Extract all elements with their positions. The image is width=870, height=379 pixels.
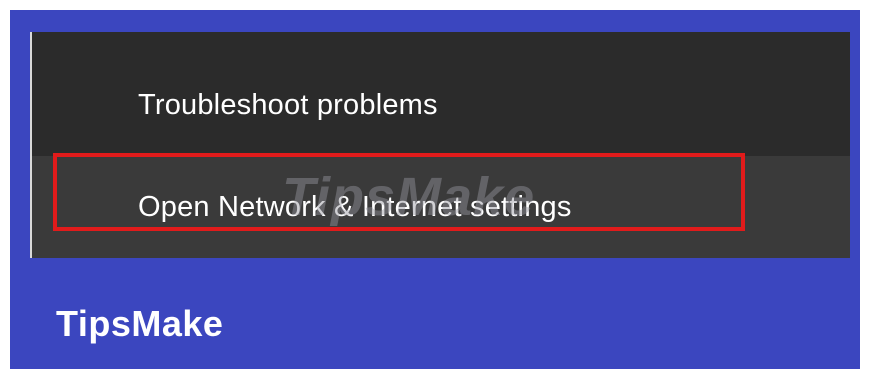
context-menu: Troubleshoot problems Open Network & Int…: [30, 32, 850, 258]
menu-item-label: Open Network & Internet settings: [138, 190, 572, 223]
menu-item-open-network-settings[interactable]: Open Network & Internet settings: [32, 156, 850, 258]
brand-logo-text: TipsMake: [56, 303, 224, 344]
menu-item-label: Troubleshoot problems: [138, 88, 438, 121]
menu-item-troubleshoot-problems[interactable]: Troubleshoot problems: [32, 32, 850, 150]
